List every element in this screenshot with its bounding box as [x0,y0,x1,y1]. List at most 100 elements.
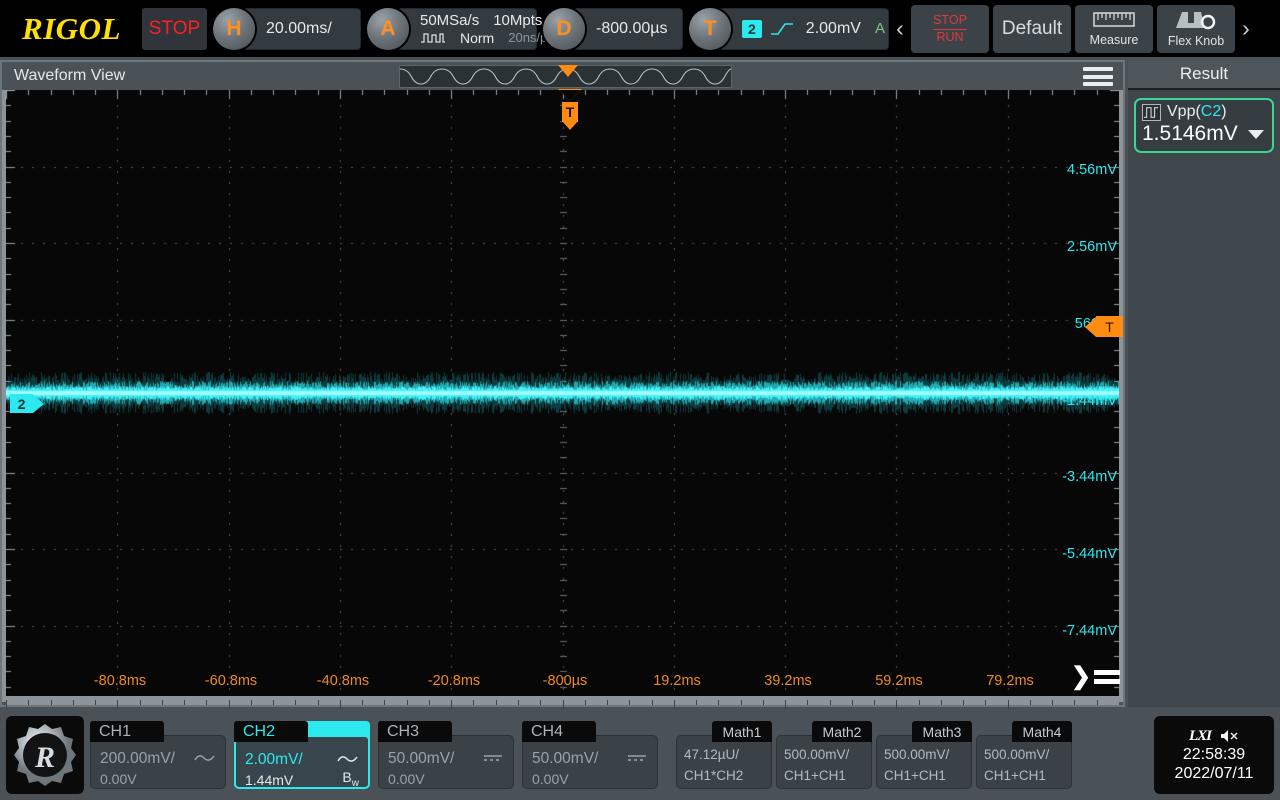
flex-knob-button[interactable]: Flex Knob [1157,5,1235,53]
run-state-indicator[interactable]: STOP [142,8,207,50]
horizontal-timebase-field[interactable]: 20.00ms/ [243,8,361,50]
status-clock-card: LXI 22:58:39 2022/07/11 [1154,716,1274,794]
acquire-field[interactable]: 50MSa/s 10Mpts Norm 20ns/pt [397,8,537,50]
trigger-position-marker[interactable]: T [558,90,582,130]
delay-field[interactable]: -800.00µs [573,8,683,50]
math-cards: Math147.12µU/CH1*CH2Math2500.00mV/CH1+CH… [676,721,1072,789]
toolbar-prev-arrow[interactable]: ‹ [889,5,911,53]
math-expression-value: CH1+CH1 [884,768,964,783]
waveform-grid[interactable] [6,90,1119,702]
time-label: -20.8ms [428,673,480,689]
rigol-gear-logo[interactable]: R [6,716,84,794]
bottom-bar: R CH1200.00mV/0.00VCH22.00mV/1.44mVBwCH3… [0,710,1280,800]
status-date: 2022/07/11 [1175,765,1254,783]
vpp-icon [1142,104,1161,121]
trigger-level-label: T [1096,316,1123,337]
hamburger-menu-icon[interactable] [1083,67,1113,86]
channel-scale-value: 2.00mV/ [245,751,303,769]
rising-edge-icon [770,21,794,37]
default-button[interactable]: Default [993,5,1071,53]
horizontal-timebase-value: 20.00ms/ [266,20,332,38]
channel-offset-value: 0.00V [388,771,425,787]
channel-body[interactable]: 2.00mV/1.44mVBw [234,735,370,789]
measure-button[interactable]: Measure [1075,5,1153,53]
channel2-ground-marker[interactable]: 2 [10,394,44,413]
ruler-right [1119,90,1123,702]
math-card-math2[interactable]: Math2500.00mV/CH1+CH1 [776,721,872,789]
channel-body[interactable]: 50.00mV/0.00V [522,735,658,789]
result-body: Vpp(C2) 1.5146mV [1128,90,1280,161]
channel-tab-label[interactable]: CH4 [522,721,596,742]
channel-offset-value: 0.00V [100,771,137,787]
acquire-knob-icon[interactable]: A [367,8,409,50]
flex-knob-icon [1174,10,1218,33]
flex-knob-button-label: Flex Knob [1168,34,1224,48]
measurement-label-suffix: ) [1221,103,1226,120]
math-body[interactable]: 500.00mV/CH1+CH1 [876,735,972,789]
stop-run-button[interactable]: STOP RUN [911,5,989,53]
time-label: -800µs [543,673,588,689]
minimap-trigger-marker[interactable] [558,65,578,77]
acquire-mode-value: Norm [460,30,494,46]
channel-bandwidth-label: Bw [342,769,359,789]
ac-coupling-icon [337,752,359,769]
channel-body[interactable]: 200.00mV/0.00V [90,735,226,789]
time-axis-labels: -80.8ms-60.8ms-40.8ms-20.8ms-800µs19.2ms… [6,673,1119,695]
math-scale-value: 500.00mV/ [784,747,864,762]
measurement-value: 1.5146mV [1142,122,1238,146]
dc-coupling-icon [626,751,648,768]
channel-scale-value: 50.00mV/ [388,750,454,768]
math-expression-value: CH1+CH1 [784,768,864,783]
channel-card-ch2[interactable]: CH22.00mV/1.44mVBw [234,721,370,789]
channel-tab-label[interactable]: CH3 [378,721,452,742]
channel-card-ch4[interactable]: CH450.00mV/0.00V [522,721,658,789]
gear-icon: R [12,722,78,788]
math-tab-label[interactable]: Math4 [1012,721,1072,742]
math-body[interactable]: 500.00mV/CH1+CH1 [976,735,1072,789]
result-header: Result [1128,60,1280,90]
speaker-muted-icon[interactable] [1219,728,1239,744]
channel-tab-label[interactable]: CH1 [90,721,164,742]
horizontal-knob-icon[interactable]: H [213,8,255,50]
math-tab-label[interactable]: Math3 [912,721,972,742]
acquire-group: A 50MSa/s 10Mpts Norm 20ns/pt [367,5,537,53]
expand-list-icon[interactable]: ❯ [1071,663,1111,691]
channel-card-ch3[interactable]: CH350.00mV/0.00V [378,721,514,789]
toolbar-next-arrow[interactable]: › [1235,5,1257,53]
delay-value: -800.00µs [596,20,667,38]
time-label: -60.8ms [205,673,257,689]
top-toolbar: RIGOL STOP H 20.00ms/ A 50MSa/s 10Mpts [0,0,1280,57]
math-scale-value: 500.00mV/ [984,747,1064,762]
channel2-ground-label: 2 [10,394,33,413]
channel-scale-value: 50.00mV/ [532,750,598,768]
math-card-math1[interactable]: Math147.12µU/CH1*CH2 [676,721,772,789]
math-tab-label[interactable]: Math2 [812,721,872,742]
delay-knob-icon[interactable]: D [543,8,585,50]
time-label: -40.8ms [317,673,369,689]
measurement-label-source: C2 [1201,103,1221,120]
math-body[interactable]: 47.12µU/CH1*CH2 [676,735,772,789]
measurement-card-vpp[interactable]: Vpp(C2) 1.5146mV [1134,98,1274,153]
svg-text:R: R [34,741,55,774]
channel-body[interactable]: 50.00mV/0.00V [378,735,514,789]
waveform-title: Waveform View [14,67,125,85]
channel-card-ch1[interactable]: CH1200.00mV/0.00V [90,721,226,789]
trigger-knob-icon[interactable]: T [689,8,731,50]
math-expression-value: CH1*CH2 [684,768,764,783]
math-body[interactable]: 500.00mV/CH1+CH1 [776,735,872,789]
sample-rate-value: 50MSa/s [420,12,479,29]
measure-button-label: Measure [1090,33,1139,47]
math-tab-label[interactable]: Math1 [712,721,772,742]
math-card-math3[interactable]: Math3500.00mV/CH1+CH1 [876,721,972,789]
ruler-icon [1093,11,1135,32]
caret-down-icon[interactable] [1248,130,1264,139]
toolbar-buttons: STOP RUN Default [911,5,1235,53]
trigger-source-badge[interactable]: 2 [742,20,762,38]
math-card-math4[interactable]: Math4500.00mV/CH1+CH1 [976,721,1072,789]
channel-tab-label[interactable]: CH2 [234,721,308,742]
trigger-field[interactable]: 2 2.00mV A [719,8,889,50]
trigger-level-marker[interactable]: T [1085,316,1123,337]
dc-coupling-icon [482,751,504,768]
stop-run-line2: RUN [933,30,967,44]
ruler-bottom [6,696,1119,705]
